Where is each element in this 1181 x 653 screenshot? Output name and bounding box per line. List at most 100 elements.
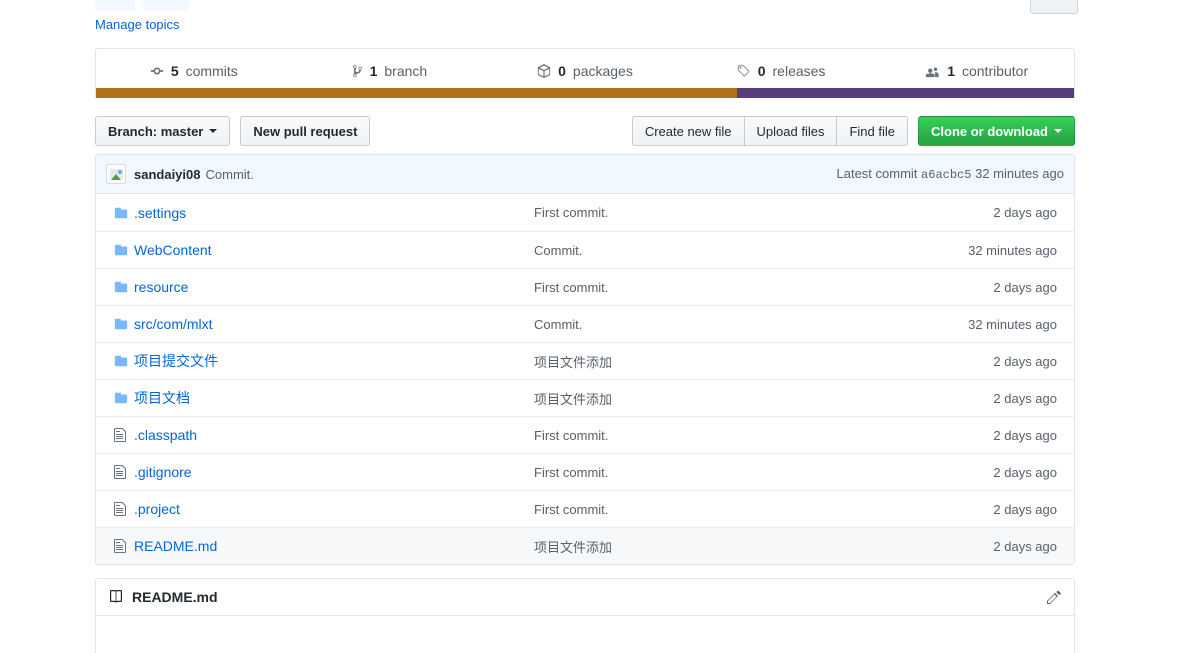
table-row[interactable]: README.md 项目文件添加 2 days ago (96, 527, 1074, 564)
table-row[interactable]: WebContent Commit. 32 minutes ago (96, 231, 1074, 268)
file-commit-message: 项目文件添加 (534, 352, 924, 371)
table-row[interactable]: .project First commit. 2 days ago (96, 490, 1074, 527)
file-commit-message-link[interactable]: First commit. (534, 465, 608, 480)
stat-commits-count: 5 (170, 63, 179, 79)
stat-branches-label: branch (384, 63, 428, 79)
create-new-file-button[interactable]: Create new file (631, 116, 744, 146)
file-age: 2 days ago (993, 353, 1057, 369)
stat-contributors-count: 1 (947, 63, 955, 79)
file-name-cell: .gitignore (134, 464, 534, 480)
file-name-link[interactable]: .project (134, 501, 180, 517)
file-commit-message-link[interactable]: Commit. (534, 243, 582, 258)
file-commit-message-link[interactable]: 项目文件添加 (534, 355, 612, 370)
file-age: 2 days ago (993, 538, 1057, 554)
file-name-link[interactable]: .classpath (134, 427, 197, 443)
file-name-cell: .settings (134, 205, 534, 221)
file-commit-message: First commit. (534, 280, 924, 295)
file-commit-message-link[interactable]: First commit. (534, 205, 608, 220)
file-age: 32 minutes ago (968, 242, 1057, 258)
readme-panel: README.md (95, 578, 1075, 653)
stat-packages-count: 0 (558, 63, 566, 79)
file-commit-message: Commit. (534, 317, 924, 332)
file-commit-message-link[interactable]: 项目文件添加 (534, 540, 612, 555)
file-commit-message: Commit. (534, 243, 924, 258)
table-row[interactable]: .gitignore First commit. 2 days ago (96, 453, 1074, 490)
commit-message-link[interactable]: Commit. (206, 167, 254, 182)
file-age: 2 days ago (993, 427, 1057, 443)
chevron-down-icon (209, 129, 218, 133)
upload-files-button[interactable]: Upload files (743, 116, 837, 146)
latest-commit-age: 32 minutes ago (975, 166, 1064, 181)
file-age: 2 days ago (993, 464, 1057, 480)
file-commit-message-link[interactable]: First commit. (534, 502, 608, 517)
table-row[interactable]: src/com/mlxt Commit. 32 minutes ago (96, 305, 1074, 342)
stat-commits-label: commits (185, 63, 238, 79)
stat-packages-label: packages (572, 63, 633, 79)
file-name-link[interactable]: resource (134, 279, 188, 295)
package-icon (537, 64, 551, 78)
stat-contributors[interactable]: 1 contributor (878, 49, 1074, 92)
table-row[interactable]: 项目文档 项目文件添加 2 days ago (96, 379, 1074, 416)
folder-icon (96, 243, 134, 257)
file-commit-message-link[interactable]: First commit. (534, 428, 608, 443)
file-commit-message: First commit. (534, 205, 924, 220)
readme-header: README.md (96, 579, 1074, 616)
language-segment-java[interactable] (96, 88, 737, 98)
file-name-cell: 项目提交文件 (134, 351, 534, 371)
branch-selector-label: Branch: master (108, 123, 204, 139)
file-age: 32 minutes ago (968, 316, 1057, 332)
people-icon (924, 64, 940, 78)
file-age: 2 days ago (993, 279, 1057, 295)
manage-topics-link[interactable]: Manage topics (95, 17, 180, 32)
new-pull-request-button[interactable]: New pull request (240, 116, 371, 146)
file-name-cell: resource (134, 279, 534, 295)
file-name-link[interactable]: 项目文档 (134, 390, 190, 406)
file-name-link[interactable]: 项目提交文件 (134, 353, 218, 369)
stat-commits[interactable]: 5 commits (96, 49, 292, 92)
table-row[interactable]: .classpath First commit. 2 days ago (96, 416, 1074, 453)
avatar (106, 164, 126, 184)
commit-sha-link[interactable]: a6acbc5 (921, 168, 971, 182)
file-listing: sandaiyi08 Commit. Latest commit a6acbc5… (95, 154, 1075, 565)
file-icon (96, 501, 134, 517)
branch-selector-button[interactable]: Branch: master (95, 116, 231, 146)
stat-branches-count: 1 (369, 63, 378, 79)
file-name-cell: WebContent (134, 242, 534, 258)
clone-or-download-button[interactable]: Clone or download (918, 116, 1075, 146)
clone-or-download-label: Clone or download (931, 123, 1048, 139)
file-name-link[interactable]: src/com/mlxt (134, 316, 213, 332)
file-name-cell: .classpath (134, 427, 534, 443)
stat-releases-count: 0 (757, 63, 766, 79)
file-action-button-group: Create new file Upload files Find file (631, 116, 908, 146)
table-row[interactable]: .settings First commit. 2 days ago (96, 194, 1074, 231)
topic-chip[interactable] (143, 0, 189, 11)
latest-commit-prefix: Latest commit (836, 166, 918, 181)
topic-chip-list (95, 0, 189, 11)
file-name-link[interactable]: .gitignore (134, 464, 192, 480)
stat-packages[interactable]: 0 packages (487, 49, 683, 92)
file-commit-message-link[interactable]: Commit. (534, 317, 582, 332)
latest-commit-meta: Latest commit a6acbc5 32 minutes ago (837, 166, 1065, 182)
find-file-button[interactable]: Find file (836, 116, 908, 146)
file-name-link[interactable]: WebContent (134, 242, 212, 258)
table-row[interactable]: resource First commit. 2 days ago (96, 268, 1074, 305)
stat-releases[interactable]: 0 releases (683, 49, 879, 92)
file-name-link[interactable]: README.md (134, 538, 217, 554)
file-commit-message-link[interactable]: First commit. (534, 280, 608, 295)
file-commit-message: 项目文件添加 (534, 537, 924, 556)
file-name-cell: 项目文档 (134, 388, 534, 408)
chevron-down-icon (1054, 129, 1062, 133)
topic-chip[interactable] (95, 0, 135, 11)
pencil-icon[interactable] (1046, 589, 1062, 605)
folder-icon (96, 317, 134, 331)
language-segment-css[interactable] (736, 88, 1074, 98)
table-row[interactable]: 项目提交文件 项目文件添加 2 days ago (96, 342, 1074, 379)
file-commit-message-link[interactable]: 项目文件添加 (534, 392, 612, 407)
branch-icon (352, 64, 363, 78)
commit-icon (150, 64, 164, 78)
commit-author-link[interactable]: sandaiyi08 (134, 167, 201, 182)
folder-icon (96, 354, 134, 368)
edit-topics-button[interactable] (1030, 0, 1078, 14)
file-name-link[interactable]: .settings (134, 205, 186, 221)
stat-branches[interactable]: 1 branch (292, 49, 488, 92)
